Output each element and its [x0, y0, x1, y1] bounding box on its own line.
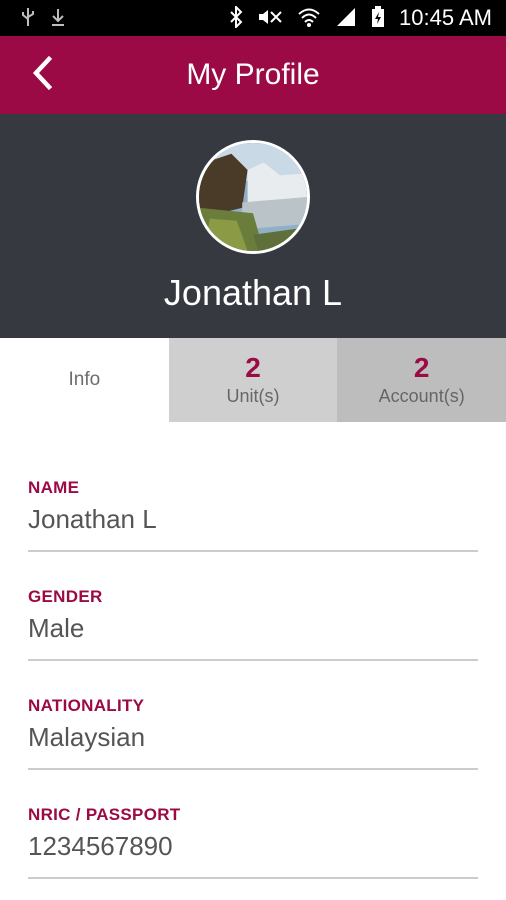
- status-right: 10:45 AM: [229, 4, 492, 31]
- field-value: Jonathan L: [28, 504, 157, 534]
- divider: [28, 768, 478, 770]
- profile-tabs: Info 2 Unit(s) 2 Account(s): [0, 338, 506, 422]
- divider: [28, 659, 478, 661]
- tab-units-count: 2: [245, 351, 261, 383]
- status-left: [20, 7, 66, 30]
- divider: [28, 877, 478, 879]
- tab-units-label: Unit(s): [226, 385, 280, 406]
- download-icon: [50, 7, 66, 30]
- chevron-left-icon: [30, 55, 54, 96]
- waterfall-photo: [199, 143, 307, 251]
- signal-icon: [335, 7, 357, 30]
- field-label: GENDER: [28, 587, 103, 606]
- field-nationality: NATIONALITY Malaysian: [28, 696, 478, 805]
- battery-icon: [371, 5, 385, 31]
- status-bar: 10:45 AM: [0, 0, 506, 36]
- tab-accounts-label: Account(s): [378, 385, 465, 406]
- field-value: 1234567890: [28, 831, 173, 861]
- profile-fields: NAME Jonathan L GENDER Male NATIONALITY …: [28, 478, 478, 900]
- mute-icon: [257, 7, 283, 30]
- profile-header: Jonathan L: [0, 114, 506, 338]
- tab-info-label: Info: [68, 369, 101, 390]
- field-label: NRIC / PASSPORT: [28, 805, 181, 824]
- field-gender: GENDER Male: [28, 587, 478, 696]
- status-clock: 10:45 AM: [399, 5, 492, 30]
- divider: [28, 550, 478, 552]
- back-button[interactable]: [22, 54, 62, 96]
- app-bar: My Profile: [0, 36, 506, 114]
- tab-accounts[interactable]: 2 Account(s): [337, 338, 506, 422]
- wifi-icon: [297, 7, 321, 30]
- field-name: NAME Jonathan L: [28, 478, 478, 587]
- field-label: NATIONALITY: [28, 696, 145, 715]
- field-value: Male: [28, 613, 85, 643]
- profile-name: Jonathan L: [163, 272, 343, 313]
- tab-accounts-count: 2: [413, 351, 430, 383]
- page-title: My Profile: [186, 58, 320, 91]
- field-nric-passport: NRIC / PASSPORT 1234567890: [28, 805, 478, 900]
- field-label: NAME: [28, 478, 80, 497]
- tab-units[interactable]: 2 Unit(s): [168, 338, 338, 422]
- bluetooth-icon: [229, 4, 243, 31]
- usb-icon: [20, 7, 36, 30]
- tab-info[interactable]: Info: [0, 338, 169, 422]
- avatar[interactable]: [196, 140, 310, 254]
- field-value: Malaysian: [28, 722, 146, 752]
